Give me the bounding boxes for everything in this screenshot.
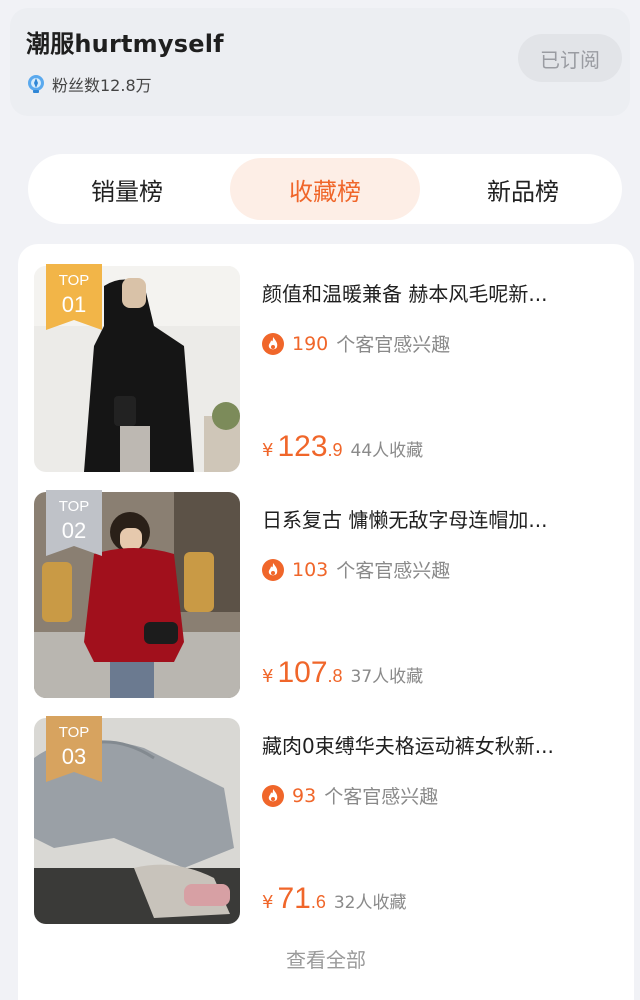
favorites-count: 44人收藏	[350, 441, 424, 461]
interest-label: 个客官感兴趣	[336, 334, 451, 356]
interest-label: 个客官感兴趣	[336, 560, 451, 582]
currency-symbol: ¥	[262, 440, 274, 461]
price-row: ¥ 71 .6 32人收藏	[262, 882, 406, 916]
rank-number: 01	[61, 292, 87, 317]
currency-symbol: ¥	[262, 666, 274, 687]
list-item[interactable]: TOP 01 颜值和温暖兼备 赫本风毛呢新... 190 个客官感兴趣 ¥ 12…	[34, 264, 624, 472]
shop-header: 潮服hurtmyself 粉丝数12.8万 已订阅	[10, 8, 630, 116]
price-integer: 107	[277, 656, 328, 689]
rank-top-label: TOP	[58, 724, 90, 741]
price-integer: 123	[277, 430, 328, 463]
product-title[interactable]: 日系复古 慵懒无敌字母连帽加...	[262, 504, 606, 533]
rank-badge: TOP 01	[46, 264, 102, 330]
list-item[interactable]: TOP 02 日系复古 慵懒无敌字母连帽加... 103 个客官感兴趣 ¥ 10…	[34, 490, 624, 698]
shop-name[interactable]: 潮服hurtmyself	[26, 24, 224, 59]
rank-number: 03	[61, 744, 87, 769]
fans-row: 粉丝数12.8万	[26, 72, 152, 96]
rank-badge: TOP 03	[46, 716, 102, 782]
price-decimal: .6	[310, 892, 326, 912]
ranking-list: TOP 01 颜值和温暖兼备 赫本风毛呢新... 190 个客官感兴趣 ¥ 12…	[18, 244, 634, 1000]
fire-icon	[262, 784, 284, 807]
tab-sales-ranking[interactable]: 销量榜	[32, 158, 222, 220]
rank-top-label: TOP	[58, 272, 90, 289]
interest-row: 103 个客官感兴趣	[262, 556, 450, 583]
fans-badge-icon	[28, 75, 44, 93]
currency-symbol: ¥	[262, 892, 274, 913]
interest-row: 93 个客官感兴趣	[262, 782, 438, 809]
fire-icon	[262, 558, 284, 581]
list-item[interactable]: TOP 03 藏肉0束缚华夫格运动裤女秋新... 93 个客官感兴趣 ¥ 71 …	[34, 716, 624, 924]
price-decimal: .8	[327, 666, 343, 686]
interest-row: 190 个客官感兴趣	[262, 330, 450, 357]
subscribed-button[interactable]: 已订阅	[518, 34, 622, 82]
price-row: ¥ 107 .8 37人收藏	[262, 656, 423, 690]
favorites-count: 37人收藏	[350, 667, 424, 687]
price-row: ¥ 123 .9 44人收藏	[262, 430, 423, 464]
fans-count: 粉丝数12.8万	[52, 76, 152, 95]
interest-count: 93	[292, 784, 317, 807]
tab-new-ranking[interactable]: 新品榜	[428, 158, 618, 220]
view-all-link[interactable]: 查看全部	[18, 944, 634, 973]
fire-icon	[262, 332, 284, 355]
interest-count: 190	[292, 332, 329, 355]
tab-favorites-ranking[interactable]: 收藏榜	[230, 158, 420, 220]
rank-top-label: TOP	[58, 498, 90, 515]
price-decimal: .9	[327, 440, 343, 460]
product-title[interactable]: 颜值和温暖兼备 赫本风毛呢新...	[262, 278, 606, 307]
price-integer: 71	[277, 882, 311, 915]
ranking-tabs: 销量榜 收藏榜 新品榜	[28, 154, 622, 224]
product-title[interactable]: 藏肉0束缚华夫格运动裤女秋新...	[262, 730, 606, 759]
favorites-count: 32人收藏	[333, 893, 407, 913]
rank-badge: TOP 02	[46, 490, 102, 556]
interest-count: 103	[292, 558, 329, 581]
rank-number: 02	[61, 518, 87, 543]
interest-label: 个客官感兴趣	[324, 786, 439, 808]
